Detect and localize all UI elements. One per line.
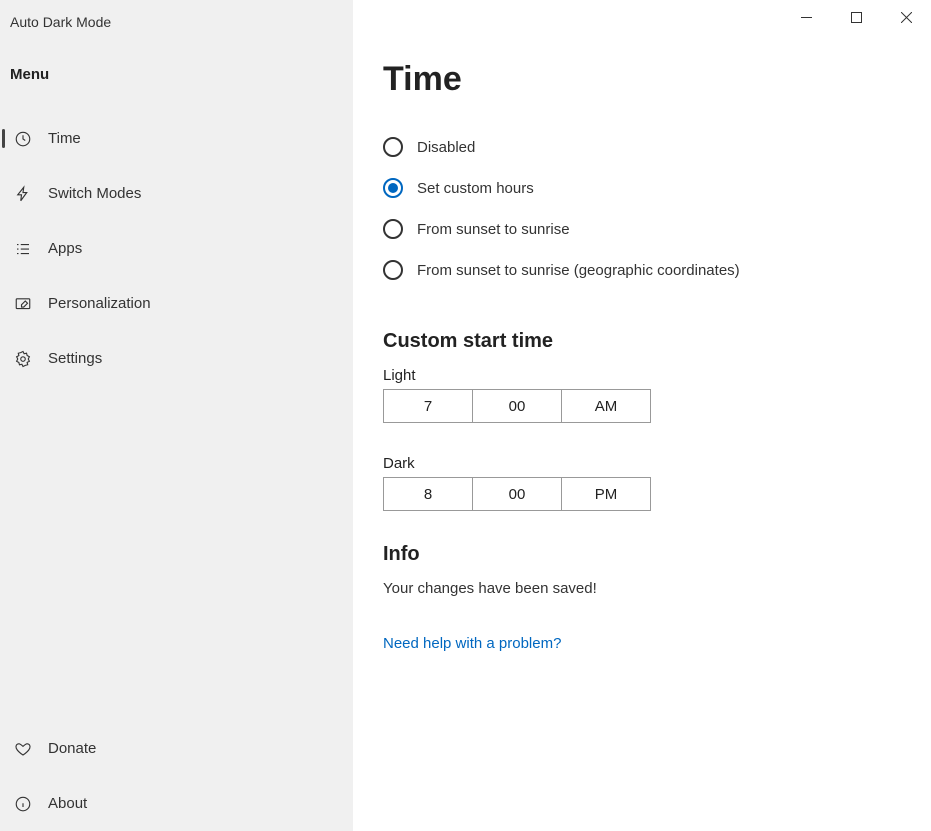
sidebar-item-personalization[interactable]: Personalization [0, 276, 353, 331]
sidebar-item-label: Donate [48, 740, 96, 757]
sidebar-item-time[interactable]: Time [0, 111, 353, 166]
gear-icon [12, 348, 34, 370]
dark-minute-input[interactable]: 00 [473, 478, 562, 510]
radio-label: From sunset to sunrise [417, 221, 570, 238]
sidebar-item-label: Switch Modes [48, 185, 141, 202]
info-icon [12, 793, 34, 815]
sidebar: Auto Dark Mode Menu Time Switch Modes Ap… [0, 0, 353, 831]
dark-label: Dark [383, 455, 901, 472]
app-title: Auto Dark Mode [0, 14, 353, 66]
light-time-picker: 7 00 AM [383, 389, 651, 423]
sidebar-item-apps[interactable]: Apps [0, 221, 353, 276]
light-minute-input[interactable]: 00 [473, 390, 562, 422]
help-link[interactable]: Need help with a problem? [383, 635, 901, 652]
radio-disabled[interactable]: Disabled [383, 137, 901, 157]
clock-icon [12, 128, 34, 150]
radio-sunset-sunrise-geo[interactable]: From sunset to sunrise (geographic coord… [383, 260, 901, 280]
menu-header: Menu [0, 66, 353, 111]
light-hour-input[interactable]: 7 [384, 390, 473, 422]
titlebar [353, 0, 931, 34]
dark-hour-input[interactable]: 8 [384, 478, 473, 510]
radio-set-custom-hours[interactable]: Set custom hours [383, 178, 901, 198]
personalization-icon [12, 293, 34, 315]
radio-circle-icon [383, 137, 403, 157]
sidebar-item-about[interactable]: About [0, 776, 353, 831]
radio-circle-icon [383, 219, 403, 239]
lightning-icon [12, 183, 34, 205]
light-label: Light [383, 367, 901, 384]
radio-group: Disabled Set custom hours From sunset to… [383, 137, 901, 280]
radio-label: From sunset to sunrise (geographic coord… [417, 262, 740, 279]
content: Time Disabled Set custom hours From suns… [353, 34, 931, 652]
radio-label: Set custom hours [417, 180, 534, 197]
heart-icon [12, 738, 34, 760]
radio-label: Disabled [417, 139, 475, 156]
sidebar-item-settings[interactable]: Settings [0, 331, 353, 386]
list-icon [12, 238, 34, 260]
radio-circle-icon [383, 178, 403, 198]
dark-period-input[interactable]: PM [562, 478, 650, 510]
custom-start-title: Custom start time [383, 330, 901, 353]
sidebar-item-label: Personalization [48, 295, 151, 312]
info-title: Info [383, 543, 901, 566]
close-button[interactable] [881, 0, 931, 34]
sidebar-item-label: Apps [48, 240, 82, 257]
sidebar-item-label: Settings [48, 350, 102, 367]
light-period-input[interactable]: AM [562, 390, 650, 422]
minimize-button[interactable] [781, 0, 831, 34]
sidebar-item-label: About [48, 795, 87, 812]
sidebar-item-label: Time [48, 130, 81, 147]
sidebar-item-switch-modes[interactable]: Switch Modes [0, 166, 353, 221]
sidebar-item-donate[interactable]: Donate [0, 721, 353, 776]
page-title: Time [383, 60, 901, 99]
main-area: Time Disabled Set custom hours From suns… [353, 0, 931, 831]
radio-circle-icon [383, 260, 403, 280]
dark-time-picker: 8 00 PM [383, 477, 651, 511]
nav-spacer [0, 386, 353, 721]
info-text: Your changes have been saved! [383, 580, 901, 597]
maximize-button[interactable] [831, 0, 881, 34]
radio-sunset-sunrise[interactable]: From sunset to sunrise [383, 219, 901, 239]
